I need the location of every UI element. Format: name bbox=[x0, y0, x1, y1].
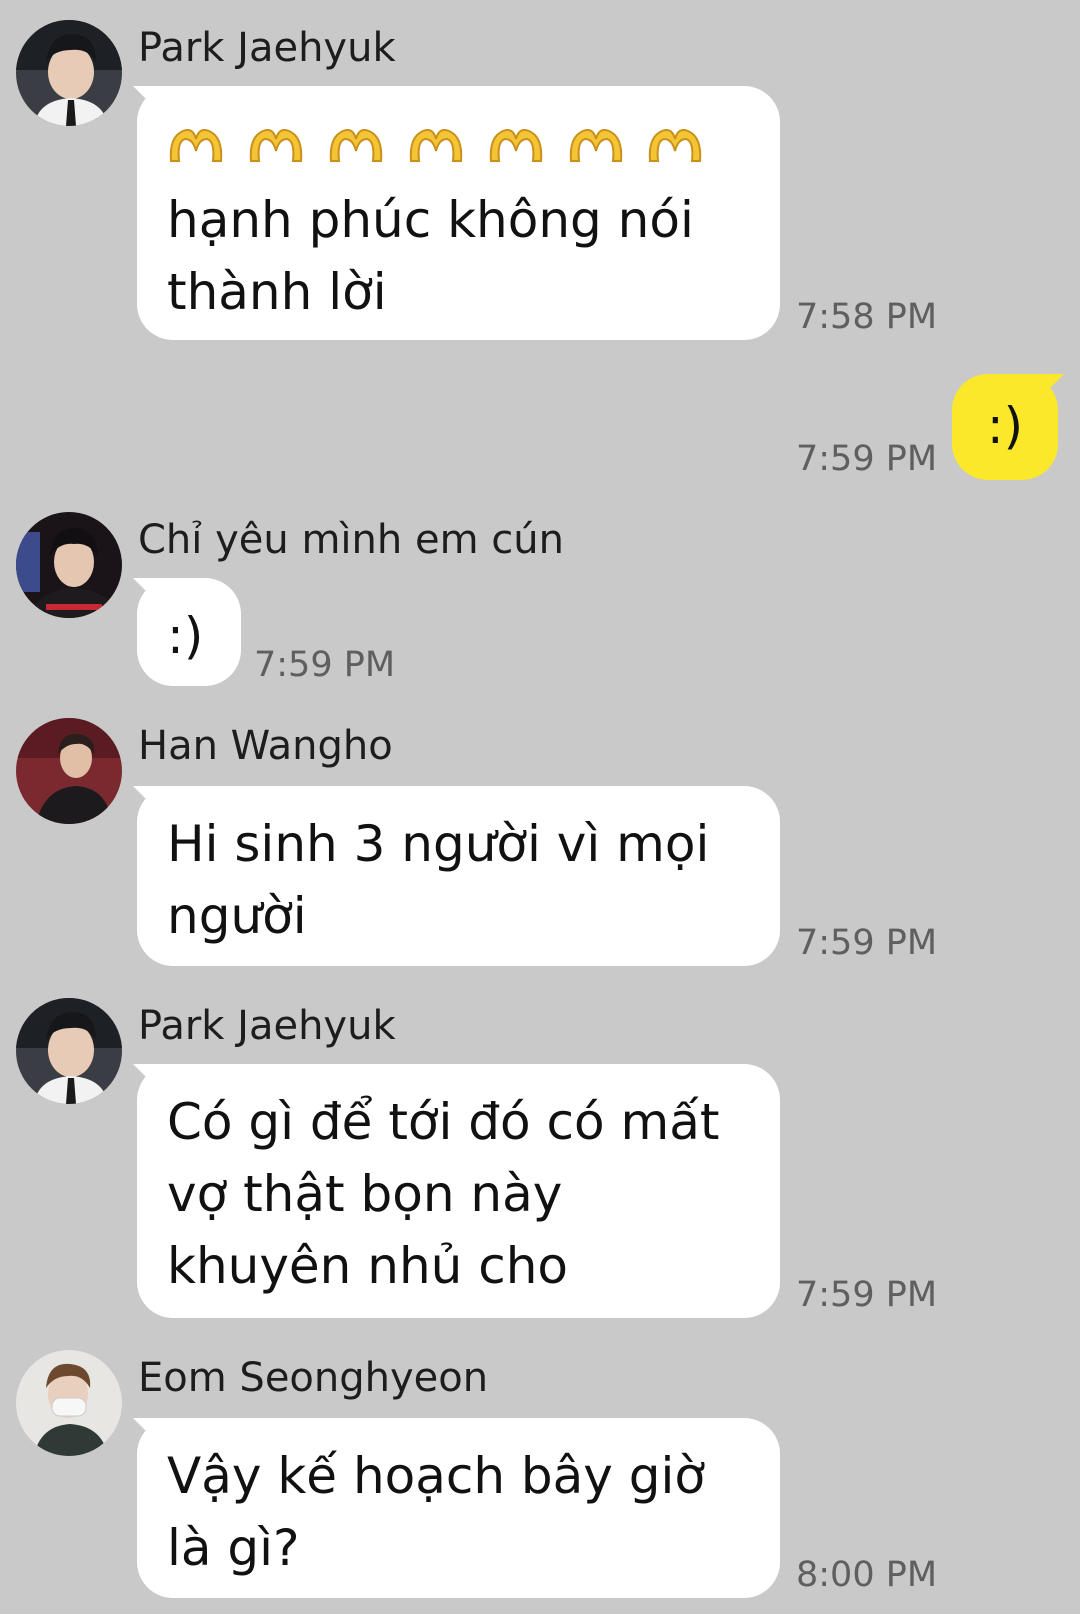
heart-hands-icon bbox=[649, 129, 702, 162]
message-timestamp: 8:00 PM bbox=[796, 1555, 938, 1595]
sender-name: Chỉ yêu mình em cún bbox=[138, 517, 564, 563]
heart-hands-icon bbox=[569, 129, 622, 162]
message-text: Vậy kế hoạch bây giờ là gì? bbox=[167, 1447, 706, 1577]
message-timestamp: 7:59 PM bbox=[796, 1275, 938, 1315]
avatar[interactable] bbox=[16, 512, 122, 618]
message-text: hạnh phúc không nói thành lời bbox=[167, 190, 694, 321]
avatar[interactable] bbox=[16, 20, 122, 126]
heart-hands-icon bbox=[409, 129, 462, 162]
message-bubble[interactable]: Hi sinh 3 người vì mọi người bbox=[137, 786, 780, 966]
avatar[interactable] bbox=[16, 1350, 122, 1456]
sender-name: Park Jaehyuk bbox=[138, 1003, 396, 1049]
message-text: :) bbox=[986, 397, 1024, 455]
message-timestamp: 7:59 PM bbox=[796, 923, 938, 963]
heart-hands-emoji-group bbox=[167, 112, 710, 184]
message-bubble-outgoing[interactable]: :) bbox=[952, 374, 1058, 480]
heart-hands-icon bbox=[169, 129, 223, 162]
message-bubble[interactable]: :) bbox=[137, 578, 241, 686]
message-text: Hi sinh 3 người vì mọi người bbox=[167, 815, 710, 945]
heart-hands-icon bbox=[329, 129, 383, 162]
message-bubble[interactable]: Vậy kế hoạch bây giờ là gì? bbox=[137, 1418, 780, 1598]
heart-hands-icon bbox=[489, 129, 542, 162]
message-timestamp: 7:59 PM bbox=[254, 645, 396, 685]
avatar[interactable] bbox=[16, 998, 122, 1104]
sender-name: Eom Seonghyeon bbox=[138, 1355, 489, 1401]
message-bubble[interactable]: Có gì để tới đó có mất vợ thật bọn này k… bbox=[137, 1064, 780, 1318]
message-timestamp: 7:59 PM bbox=[796, 439, 938, 479]
message-text: :) bbox=[167, 607, 204, 665]
heart-hands-icon bbox=[249, 129, 303, 162]
message-bubble[interactable]: hạnh phúc không nói thành lời bbox=[137, 86, 780, 340]
sender-name: Park Jaehyuk bbox=[138, 25, 396, 71]
sender-name: Han Wangho bbox=[138, 723, 393, 769]
message-timestamp: 7:58 PM bbox=[796, 297, 938, 337]
message-text: Có gì để tới đó có mất vợ thật bọn này k… bbox=[167, 1093, 720, 1295]
avatar[interactable] bbox=[16, 718, 122, 824]
chat-thread: Park Jaehyuk hạnh phúc không nói thành l… bbox=[0, 0, 1080, 1614]
